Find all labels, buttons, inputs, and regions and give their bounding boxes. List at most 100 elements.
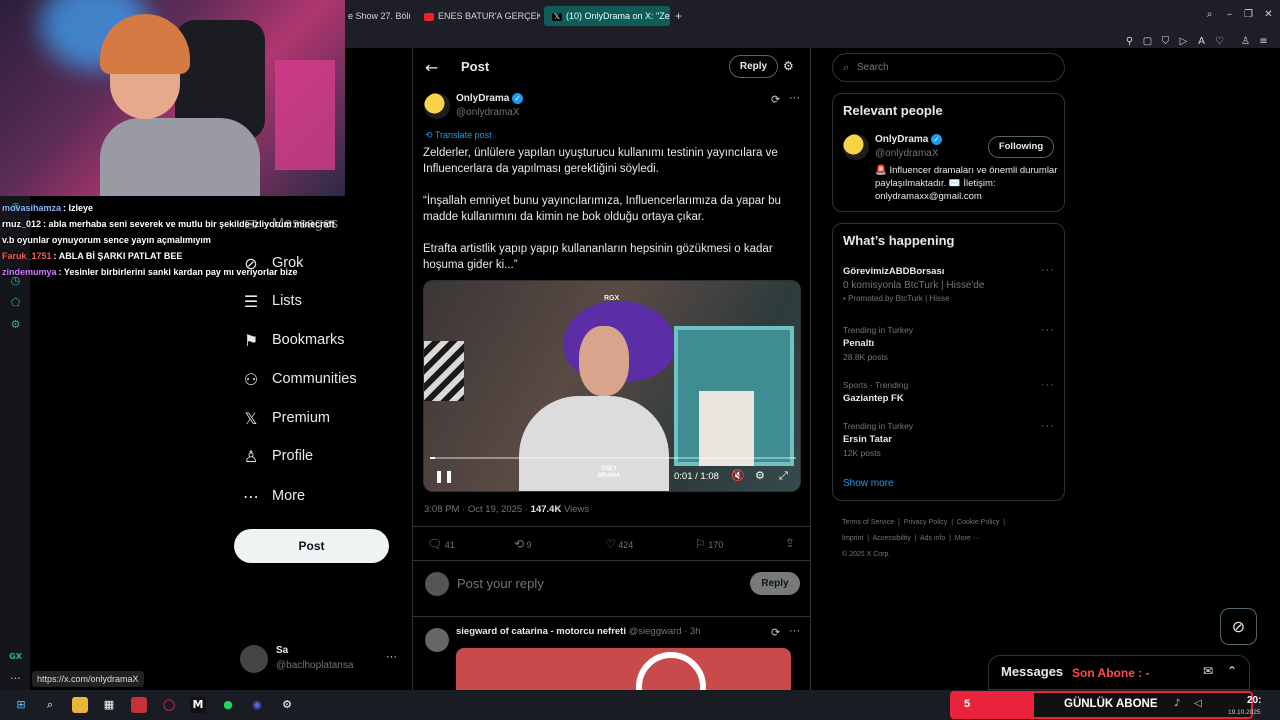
tab-enes-batur[interactable]: ENES BATUR'A GERÇEKT xyxy=(416,6,540,26)
grok-icon[interactable]: ⟳ xyxy=(771,93,780,106)
more-options-icon[interactable]: ··· xyxy=(1041,264,1055,276)
search-icon[interactable]: ⌕ xyxy=(1204,9,1215,20)
reply-media[interactable] xyxy=(456,648,791,690)
video-player[interactable]: RGX ONLY DRAMA ❚❚ 0:01 / 1:08 🔇 ⚙ ⤢ xyxy=(423,280,801,492)
compose-message-icon[interactable]: ✉ xyxy=(1203,664,1213,678)
footer-link[interactable]: Imprint xyxy=(842,535,863,542)
bookmark-action[interactable]: ⚐ 170 xyxy=(695,537,723,551)
repost-action[interactable]: ⟲ 9 xyxy=(514,537,532,551)
discord-icon[interactable]: ◉ xyxy=(249,697,265,713)
footer-link[interactable]: Privacy Policy xyxy=(904,519,948,526)
footer-link[interactable]: Ads info xyxy=(920,535,945,542)
volume-icon[interactable]: ◁ xyxy=(1194,698,1202,709)
trend-item[interactable]: Trending in Turkey Penaltı 28.8K posts xyxy=(843,325,1058,362)
messages-drawer[interactable]: Messages Son Abone : - ✉ ⌃ xyxy=(988,655,1250,690)
nav-communities[interactable]: ⚇ Communities xyxy=(240,364,357,394)
nav-lists[interactable]: ☰ Lists xyxy=(240,286,302,316)
nav-more[interactable]: ⋯ More xyxy=(240,481,305,511)
minimize-icon[interactable]: – xyxy=(1224,9,1235,20)
sidebar-footer: Terms of Service | Privacy Policy | Cook… xyxy=(842,519,1006,558)
translate-icon[interactable]: A xyxy=(1196,36,1207,47)
reply-header-button[interactable]: Reply xyxy=(729,55,778,78)
more-icon[interactable]: ··· xyxy=(9,672,22,685)
app-icon[interactable] xyxy=(131,697,147,713)
author-name[interactable]: OnlyDrama ✓ xyxy=(456,93,524,104)
close-icon[interactable]: ✕ xyxy=(1263,9,1274,20)
windows-start-icon[interactable]: ⊞ xyxy=(13,697,29,713)
trend-item[interactable]: GörevimizABDBorsası 0 komisyonla BtcTurk… xyxy=(843,266,1058,303)
settings-icon[interactable]: ⚙ xyxy=(755,469,765,482)
filter-icon[interactable]: ⚙ xyxy=(783,59,794,73)
grok-icon[interactable]: ⟳ xyxy=(771,626,780,639)
search-input[interactable]: ⌕ Search xyxy=(832,53,1065,82)
mic-icon[interactable]: ♪ xyxy=(1174,698,1180,709)
share-icon[interactable]: ⇪ xyxy=(785,536,795,550)
more-options-icon[interactable]: ··· xyxy=(1041,324,1055,336)
following-button[interactable]: Following xyxy=(988,136,1054,158)
heart-icon: ♡ xyxy=(605,537,616,551)
video-progress-track[interactable] xyxy=(430,457,796,459)
nav-messages[interactable]: ✉ Messages xyxy=(240,209,338,239)
status-url: https://x.com/onlydramaX xyxy=(32,671,144,687)
footer-link[interactable]: Accessibility xyxy=(873,535,911,542)
more-options-icon[interactable]: ··· xyxy=(789,92,800,104)
avatar[interactable] xyxy=(425,628,449,652)
back-arrow-icon[interactable]: ← xyxy=(425,58,438,77)
post-column: ← Post Reply ⚙ OnlyDrama ✓ @onlydramaX ⟳… xyxy=(412,48,811,690)
nav-bookmarks[interactable]: ⚑ Bookmarks xyxy=(240,325,345,355)
tab-show[interactable]: e Show 27. Bölü xyxy=(340,6,410,26)
snapshot-icon[interactable]: ▢ xyxy=(1142,36,1153,47)
more-options-icon[interactable]: ··· xyxy=(789,625,800,637)
expand-icon[interactable]: ⌃ xyxy=(1227,664,1237,678)
trend-item[interactable]: Trending in Turkey Ersin Tatar 12K posts xyxy=(843,421,1058,458)
play-icon[interactable]: ▷ xyxy=(1178,36,1189,47)
search-icon[interactable]: ⌕ xyxy=(42,697,58,713)
show-more-link[interactable]: Show more xyxy=(843,478,894,489)
more-options-icon[interactable]: ··· xyxy=(1041,420,1055,432)
restore-icon[interactable]: ❐ xyxy=(1243,9,1254,20)
new-tab-button[interactable]: + xyxy=(672,6,688,26)
tab-onlydrama[interactable]: 𝕏 (10) OnlyDrama on X: "Ze xyxy=(544,6,670,26)
reply-action[interactable]: 🗨 41 xyxy=(427,537,455,551)
menu-icon[interactable]: ≡ xyxy=(1258,36,1269,47)
like-action[interactable]: ♡ 424 xyxy=(605,537,633,551)
account-icon[interactable]: ♙ xyxy=(1240,36,1251,47)
nav-premium[interactable]: 𝕏 Premium xyxy=(240,403,330,433)
translate-link[interactable]: ⟲ Translate post xyxy=(425,130,492,141)
more-options-icon[interactable]: ··· xyxy=(1041,379,1055,391)
footer-link[interactable]: More ··· xyxy=(955,535,980,542)
spotify-icon[interactable]: ● xyxy=(220,697,236,713)
fullscreen-icon[interactable]: ⤢ xyxy=(779,469,788,483)
nav-grok[interactable]: ⊘ Grok xyxy=(240,248,303,278)
file-explorer-icon[interactable] xyxy=(72,697,88,713)
author-avatar[interactable] xyxy=(424,93,450,119)
nav-profile[interactable]: ♙ Profile xyxy=(240,441,313,471)
trend-name: GörevimizABDBorsası xyxy=(843,266,945,277)
footer-link[interactable]: Cookie Policy xyxy=(957,519,999,526)
footer-link[interactable]: Terms of Service xyxy=(842,519,894,526)
settings-icon[interactable]: ⚙ xyxy=(9,318,22,331)
post-timestamp: 3:08 PM · Oct 19, 2025 · xyxy=(424,504,531,515)
shield-icon[interactable]: ⛉ xyxy=(1160,36,1171,47)
app-icon[interactable]: ⚙ xyxy=(279,697,295,713)
reply-submit-button[interactable]: Reply xyxy=(750,572,800,595)
avatar xyxy=(425,572,449,596)
post-button[interactable]: Post xyxy=(234,529,389,563)
account-switcher[interactable]: Sa @baclhoplatansa ··· xyxy=(240,643,410,675)
pin-icon[interactable]: ⚲ xyxy=(1124,36,1135,47)
repost-count: 9 xyxy=(526,540,532,550)
avatar[interactable] xyxy=(843,134,869,160)
app-icon[interactable]: ▦ xyxy=(101,697,117,713)
reply-author[interactable]: siegward of catarina - motorcu nefreti @… xyxy=(456,626,701,637)
app-icon[interactable]: M xyxy=(190,697,206,713)
opera-gx-icon[interactable]: ◯ xyxy=(161,697,177,713)
extensions-icon[interactable]: ⬠ xyxy=(9,296,22,309)
person-name[interactable]: OnlyDrama ✓ xyxy=(875,134,943,145)
reply-input[interactable]: Post your reply xyxy=(457,576,544,591)
mail-icon: ✉ xyxy=(244,214,258,234)
pause-icon[interactable]: ❚❚ xyxy=(434,469,454,483)
mute-icon[interactable]: 🔇 xyxy=(731,469,745,482)
grok-floating-button[interactable]: ⊘ xyxy=(1220,608,1257,645)
heart-icon[interactable]: ♡ xyxy=(1214,36,1225,47)
trend-item[interactable]: Sports · Trending Gaziantep FK xyxy=(843,380,1058,404)
